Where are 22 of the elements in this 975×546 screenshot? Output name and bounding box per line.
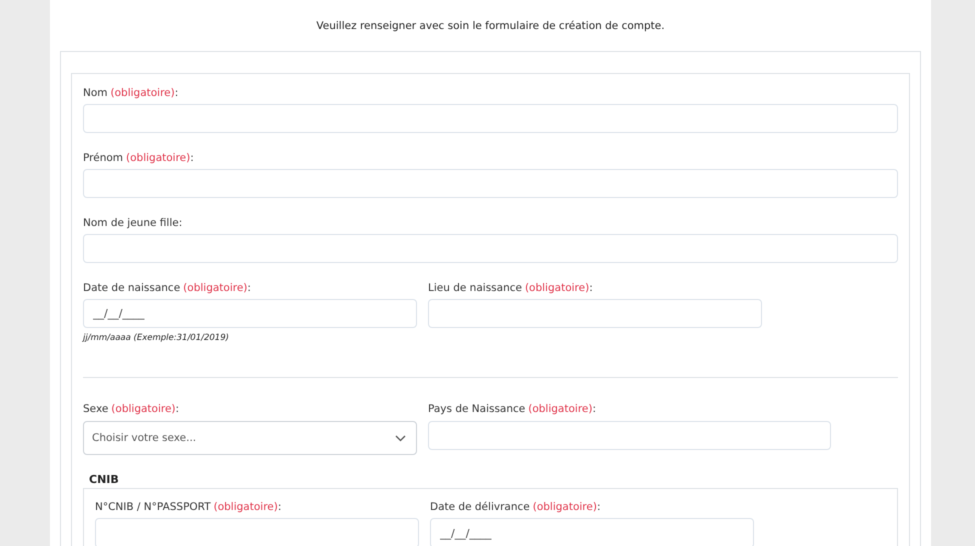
field-label: Date de naissance (obligatoire): — [83, 282, 252, 294]
field-label: Nom (obligatoire): — [83, 87, 180, 99]
field-label: Sexe (obligatoire): — [83, 403, 180, 415]
input-field[interactable]: __/__/____ — [430, 518, 754, 546]
input-field[interactable]: __/__/____ — [83, 299, 417, 328]
input-field[interactable] — [83, 234, 898, 263]
input-field[interactable] — [83, 104, 898, 133]
input-field[interactable] — [83, 169, 898, 198]
intro-text: Veuillez renseigner avec soin le formulaire de création de compte. — [315, 19, 666, 34]
input-field[interactable] — [428, 299, 762, 328]
field-label: Prénom (obligatoire): — [83, 152, 195, 164]
input-field[interactable] — [95, 518, 419, 546]
section-title: CNIB — [89, 473, 120, 486]
input-field[interactable] — [428, 421, 831, 450]
field-label: Lieu de naissance (obligatoire): — [428, 282, 594, 294]
chevron-down-icon — [395, 434, 406, 442]
field-label: Nom de jeune fille: — [83, 217, 184, 229]
format-hint: jj/mm/aaaa (Exemple:31/01/2019) — [83, 333, 230, 343]
select-dropdown[interactable]: Choisir votre sexe... — [83, 421, 417, 455]
field-label: Pays de Naissance (obligatoire): — [428, 403, 598, 415]
field-label: N°CNIB / N°PASSPORT (obligatoire): — [95, 501, 282, 513]
field-label: Date de délivrance (obligatoire): — [430, 501, 602, 513]
